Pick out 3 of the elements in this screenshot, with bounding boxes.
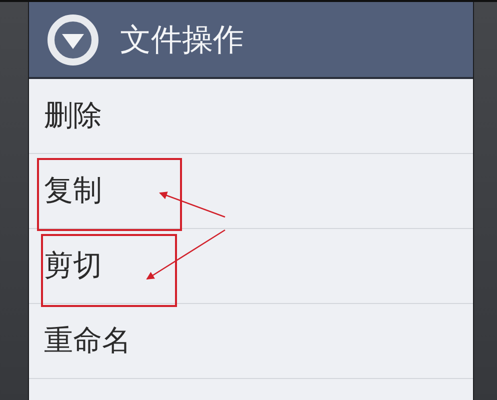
- annotation-arrow: [159, 192, 226, 218]
- dropdown-circle-icon: [46, 12, 100, 66]
- dialog-title: 文件操作: [120, 20, 244, 60]
